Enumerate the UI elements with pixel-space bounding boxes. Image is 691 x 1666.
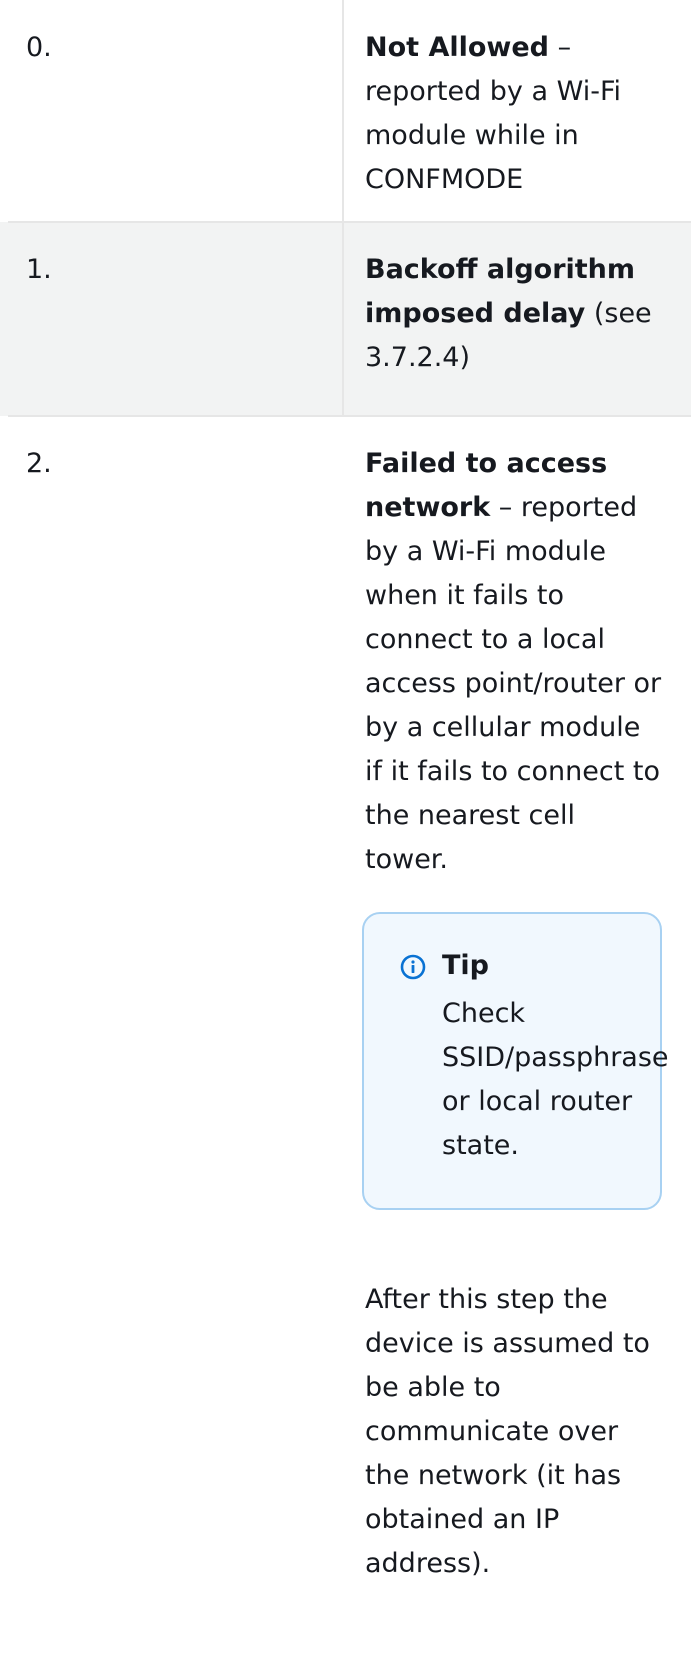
error-code: 2. xyxy=(26,448,52,479)
tip-callout: Tip Check SSID/passphrase or local route… xyxy=(362,912,669,1210)
error-detail: – reported by a Wi-Fi module when it fai… xyxy=(365,492,662,875)
error-description: Backoff algorithm imposed delay (see 3.7… xyxy=(365,248,665,380)
table-row: 0. Not Allowed – reported by a Wi-Fi mod… xyxy=(0,0,691,222)
error-code: 0. xyxy=(26,32,52,63)
error-code-table: 0. Not Allowed – reported by a Wi-Fi mod… xyxy=(0,0,691,1666)
table-row: 2. Failed to access network – reported b… xyxy=(0,416,691,1666)
row-divider xyxy=(8,415,691,417)
tip-body: Check SSID/passphrase or local router st… xyxy=(442,998,669,1161)
table-row: 1. Backoff algorithm imposed delay (see … xyxy=(0,222,691,416)
tip-title: Tip xyxy=(442,950,489,981)
after-step-note: After this step the device is assumed to… xyxy=(365,1284,650,1579)
error-description: Not Allowed – reported by a Wi-Fi module… xyxy=(365,26,665,202)
error-title: Not Allowed xyxy=(365,32,549,63)
row-divider xyxy=(8,221,691,223)
error-description: Failed to access network – reported by a… xyxy=(365,442,665,882)
info-icon xyxy=(400,954,426,980)
error-code: 1. xyxy=(26,254,52,285)
column-divider xyxy=(342,0,344,416)
